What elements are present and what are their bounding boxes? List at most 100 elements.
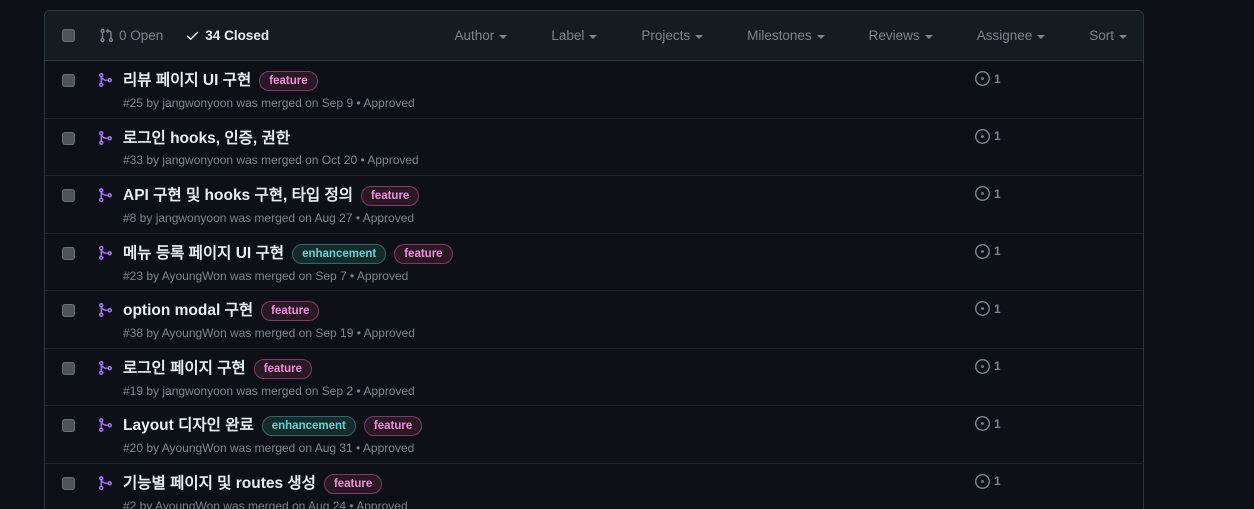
comment-count[interactable]: 26 (1143, 243, 1144, 258)
task-count-value: 1 (994, 186, 1001, 201)
label-feature[interactable]: feature (360, 186, 420, 206)
row-title-line: option modal 구현 feature (123, 301, 1106, 321)
pull-request-title[interactable]: 로그인 hooks, 인증, 권한 (123, 129, 290, 148)
filter-sort-label: Sort (1089, 28, 1114, 43)
label-feature[interactable]: feature (394, 243, 453, 264)
filter-open-pull-requests[interactable]: 0 Open (99, 28, 163, 43)
git-merge-icon (99, 130, 113, 145)
comment-count[interactable]: 29 (1143, 185, 1144, 200)
pull-request-list-container: 0 Open 34 Closed Author Label Projects M… (44, 10, 1144, 509)
label-feature[interactable]: feature (253, 358, 313, 379)
chevron-down-icon (695, 34, 704, 39)
pull-request-title[interactable]: API 구현 및 hooks 구현, 타입 정의 (123, 186, 353, 205)
row-content: 로그인 hooks, 인증, 권한 #33 by jangwonyoon was… (123, 129, 1106, 167)
pull-request-title[interactable]: 메뉴 등록 페이지 UI 구현 (123, 244, 284, 263)
filter-assignee-label: Assignee (976, 28, 1033, 43)
task-count-value: 1 (994, 71, 1001, 86)
pull-request-title[interactable]: 리뷰 페이지 UI 구현 (123, 71, 251, 90)
chevron-down-icon (589, 34, 598, 39)
row-title-line: 기능별 페이지 및 routes 생성 feature (123, 473, 1106, 494)
row-select-checkbox[interactable] (62, 246, 75, 260)
row-select-checkbox[interactable] (62, 476, 75, 490)
task-count: 1 (975, 473, 1001, 489)
row-select-checkbox[interactable] (62, 74, 75, 87)
pull-request-title[interactable]: option modal 구현 (123, 301, 253, 320)
git-merge-icon (99, 73, 113, 87)
row-content: Layout 디자인 완료 enhancement feature #20 by … (123, 416, 1106, 455)
row-select-checkbox[interactable] (62, 189, 75, 202)
table-row[interactable]: 기능별 페이지 및 routes 생성 feature #2 by Ayoung… (45, 463, 1144, 509)
task-count-value: 1 (994, 416, 1001, 431)
table-row[interactable]: 리뷰 페이지 UI 구현 feature #25 by jangwonyoon … (45, 61, 1143, 119)
comment-count[interactable]: 38 (1143, 128, 1144, 143)
comment-count[interactable]: 21 (1143, 358, 1144, 373)
filter-label-dropdown[interactable]: Label (551, 28, 598, 43)
label-feature[interactable]: feature (323, 473, 383, 494)
row-content: 로그인 페이지 구현 feature #19 by jangwonyoon wa… (123, 358, 1106, 398)
pull-request-meta: #23 by AyoungWon was merged on Sep 7 • A… (123, 268, 409, 283)
comment-count[interactable]: 18 (1143, 415, 1144, 430)
task-count-value: 1 (994, 474, 1001, 488)
task-count: 1 (975, 71, 1001, 86)
open-count-label: 0 Open (119, 28, 164, 43)
list-header-toolbar: 0 Open 34 Closed Author Label Projects M… (45, 11, 1143, 61)
label-feature[interactable]: feature (261, 301, 320, 321)
comment-count[interactable]: 15 (1143, 473, 1144, 488)
issue-dot-icon (975, 186, 990, 201)
git-merge-icon (99, 245, 113, 260)
filter-sort-dropdown[interactable]: Sort (1089, 28, 1127, 43)
pull-request-meta: #33 by jangwonyoon was merged on Oct 20 … (123, 152, 419, 167)
filter-assignee-dropdown[interactable]: Assignee (977, 28, 1046, 43)
pull-request-meta: #2 by AyoungWon was merged on Aug 24 • A… (123, 498, 408, 509)
filter-projects-dropdown[interactable]: Projects (641, 28, 704, 43)
table-row[interactable]: 메뉴 등록 페이지 UI 구현 enhancement feature #23 b… (45, 233, 1144, 291)
filter-milestones-dropdown[interactable]: Milestones (747, 28, 825, 43)
git-merge-icon (99, 418, 113, 432)
git-merge-icon (99, 303, 113, 317)
pull-request-title[interactable]: 로그인 페이지 구현 (123, 359, 246, 378)
task-count: 1 (975, 416, 1001, 431)
task-count: 1 (975, 243, 1001, 259)
row-select-checkbox[interactable] (62, 419, 75, 432)
filter-projects-label: Projects (641, 28, 691, 43)
comment-icon (1143, 415, 1144, 430)
issue-dot-icon (975, 358, 990, 374)
task-count: 1 (975, 358, 1001, 374)
filter-closed-pull-requests[interactable]: 34 Closed (185, 28, 269, 43)
filter-author-dropdown[interactable]: Author (455, 28, 508, 43)
table-row[interactable]: Layout 디자인 완료 enhancement feature #20 by … (45, 406, 1143, 464)
row-content: 메뉴 등록 페이지 UI 구현 enhancement feature #23 b… (123, 243, 1106, 283)
state-filters: 0 Open 34 Closed (62, 28, 269, 43)
task-count: 1 (975, 186, 1001, 201)
comment-count[interactable]: 21 (1143, 300, 1144, 315)
pull-requests-page: 0 Open 34 Closed Author Label Projects M… (0, 0, 1254, 509)
git-merge-icon (99, 360, 113, 375)
table-row[interactable]: API 구현 및 hooks 구현, 타입 정의 feature #8 by j… (45, 176, 1143, 234)
task-count-value: 1 (994, 359, 1001, 373)
label-enhancement[interactable]: enhancement (292, 243, 387, 264)
comment-count[interactable]: 43 (1143, 70, 1144, 85)
pull-request-meta: #25 by jangwonyoon was merged on Sep 9 •… (123, 96, 415, 110)
task-count: 1 (975, 301, 1001, 316)
table-row[interactable]: option modal 구현 feature #38 by AyoungWon… (45, 291, 1143, 349)
label-feature[interactable]: feature (363, 416, 423, 436)
filter-reviews-dropdown[interactable]: Reviews (869, 28, 933, 43)
comment-icon (1143, 243, 1144, 258)
row-select-checkbox[interactable] (62, 361, 75, 375)
row-content: 리뷰 페이지 UI 구현 feature #25 by jangwonyoon … (123, 71, 1106, 110)
select-all-checkbox[interactable] (62, 29, 75, 42)
row-title-line: Layout 디자인 완료 enhancement feature (123, 416, 1106, 436)
label-feature[interactable]: feature (259, 71, 318, 91)
pull-request-title[interactable]: Layout 디자인 완료 (123, 416, 254, 435)
pull-request-title[interactable]: 기능별 페이지 및 routes 생성 (123, 474, 316, 493)
row-select-checkbox[interactable] (62, 304, 75, 317)
row-content: 기능별 페이지 및 routes 생성 feature #2 by Ayoung… (123, 473, 1106, 509)
row-select-checkbox[interactable] (62, 131, 75, 145)
issue-dot-icon (975, 128, 990, 144)
table-row[interactable]: 로그인 페이지 구현 feature #19 by jangwonyoon wa… (45, 348, 1144, 406)
label-enhancement[interactable]: enhancement (261, 416, 356, 436)
issue-dot-icon (975, 71, 990, 86)
task-count-value: 1 (994, 301, 1001, 316)
table-row[interactable]: 로그인 hooks, 인증, 권한 #33 by jangwonyoon was… (45, 118, 1144, 176)
comment-icon (1143, 70, 1144, 85)
